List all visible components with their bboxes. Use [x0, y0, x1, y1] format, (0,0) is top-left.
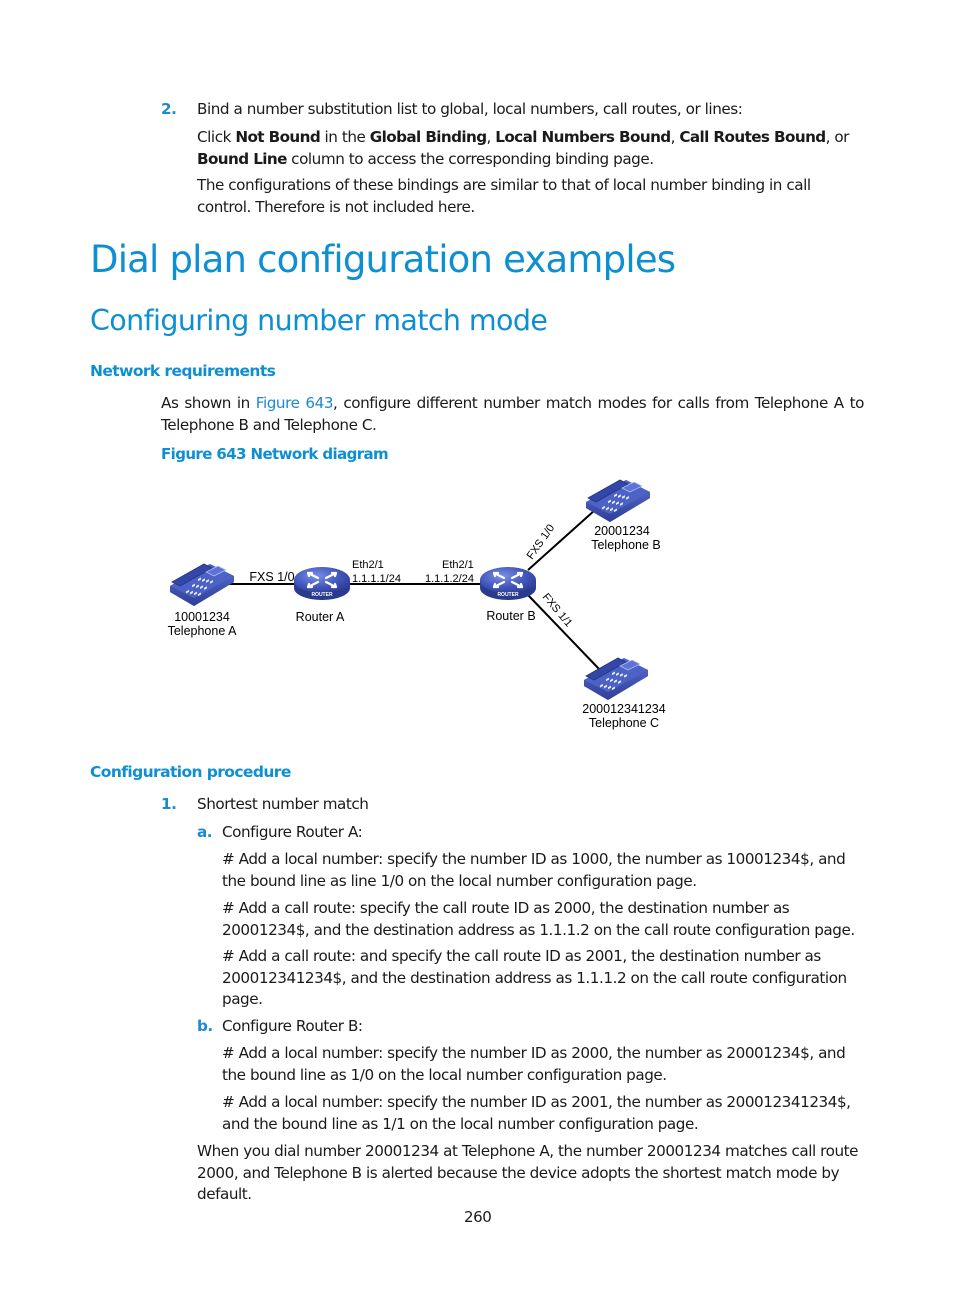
- fxs-1-0-label-a: FXS 1/0: [249, 570, 294, 584]
- result-text: When you dial number 20001234 at Telepho…: [197, 1142, 859, 1203]
- figure-caption: Figure 643 Network diagram: [161, 445, 389, 463]
- local-numbers-bound-term: Local Numbers Bound: [495, 128, 671, 146]
- substep-a-title: Configure Router A:: [222, 823, 363, 841]
- step-2-instruction: Click Not Bound in the Global Binding, L…: [197, 128, 849, 168]
- telephone-a-icon: [169, 563, 235, 607]
- page-number: 260: [464, 1208, 492, 1226]
- substep-b-local-number-2001: # Add a local number: specify the number…: [222, 1093, 851, 1133]
- telephone-a-number: 10001234: [174, 610, 230, 624]
- router-b-icon: [478, 565, 538, 602]
- step-2-note: The configurations of these bindings are…: [197, 176, 811, 216]
- router-a-icon: [292, 565, 352, 602]
- fxs-1-1-label: FXS 1/1: [540, 591, 575, 629]
- call-routes-bound-term: Call Routes Bound: [679, 128, 826, 146]
- section-title: Dial plan configuration examples: [90, 238, 676, 281]
- network-requirements-text: As shown in Figure 643, configure differ…: [161, 394, 865, 434]
- figure-643-link[interactable]: Figure 643: [256, 394, 334, 412]
- fxs-1-0-label-b: FXS 1/0: [525, 522, 558, 561]
- configuration-procedure-heading: Configuration procedure: [90, 763, 291, 781]
- subsection-title: Configuring number match mode: [90, 304, 548, 337]
- substep-b-letter: b.: [197, 1017, 213, 1035]
- router-a-name: Router A: [296, 610, 345, 624]
- network-diagram: ROUTER 10001234 Telephone A FXS 1/0 Rout…: [168, 479, 666, 730]
- router-b-ip: 1.1.1.2/24: [425, 573, 474, 585]
- step-2-number: 2.: [161, 100, 177, 118]
- router-a-interface: Eth2/1: [352, 559, 384, 571]
- step-2-title: Bind a number substitution list to globa…: [197, 100, 743, 118]
- bound-line-term: Bound Line: [197, 149, 287, 168]
- network-requirements-heading: Network requirements: [90, 362, 276, 380]
- substep-b-local-number-2000: # Add a local number: specify the number…: [222, 1044, 846, 1084]
- step-1-number: 1.: [161, 795, 177, 813]
- router-b-interface: Eth2/1: [442, 559, 474, 571]
- telephone-a-name: Telephone A: [168, 624, 237, 638]
- substep-b-title: Configure Router B:: [222, 1017, 363, 1035]
- telephone-b-name: Telephone B: [591, 538, 661, 552]
- router-a-ip: 1.1.1.1/24: [352, 573, 401, 585]
- not-bound-term: Not Bound: [235, 128, 321, 146]
- router-b-name: Router B: [486, 609, 535, 623]
- telephone-b-icon: [585, 479, 651, 523]
- substep-a-call-route-2000: # Add a call route: specify the call rou…: [222, 899, 855, 939]
- link-router-b-telephone-c: [527, 594, 601, 671]
- global-binding-term: Global Binding: [369, 128, 487, 146]
- telephone-b-number: 20001234: [594, 524, 650, 538]
- substep-a-local-number: # Add a local number: specify the number…: [222, 850, 846, 890]
- step-1-title: Shortest number match: [197, 795, 369, 813]
- telephone-c-name: Telephone C: [589, 716, 659, 730]
- substep-a-call-route-2001: # Add a call route: and specify the call…: [222, 947, 847, 1008]
- substep-a-letter: a.: [197, 823, 213, 841]
- telephone-c-number: 200012341234: [582, 702, 665, 716]
